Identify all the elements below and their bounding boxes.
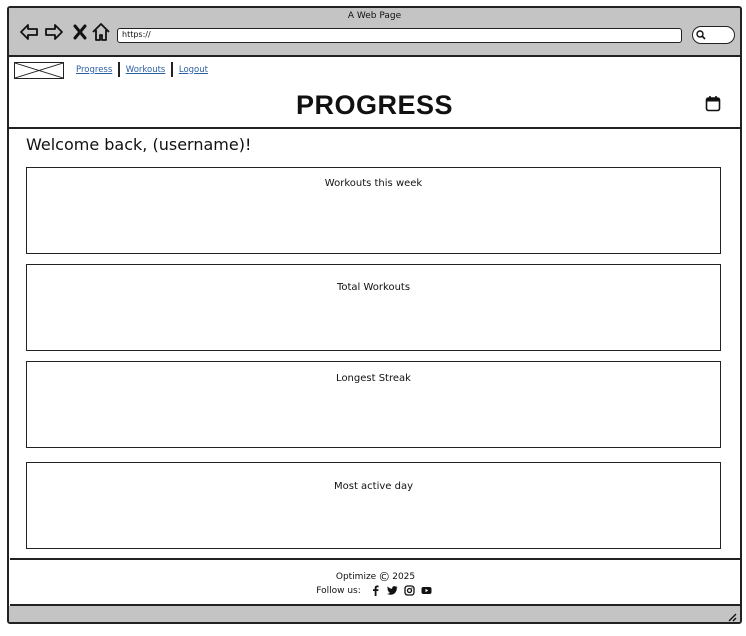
browser-chrome: A Web Page https://	[9, 8, 740, 57]
logo-placeholder[interactable]	[14, 62, 64, 79]
page-title: PROGRESS	[295, 90, 454, 120]
header-divider	[9, 127, 740, 129]
copyright: Optimize © 2025	[10, 570, 740, 584]
search-button[interactable]	[692, 26, 735, 44]
back-icon[interactable]	[19, 22, 39, 42]
footer: Optimize © 2025 Follow us:	[10, 558, 740, 606]
close-icon[interactable]	[70, 22, 90, 42]
nav-divider	[171, 62, 173, 77]
instagram-icon[interactable]	[404, 585, 415, 596]
resize-handle-icon[interactable]	[727, 612, 737, 622]
status-bar	[9, 606, 740, 622]
card-title: Longest Streak	[336, 373, 411, 384]
workouts-this-week-card: Workouts this week	[26, 167, 721, 254]
youtube-icon[interactable]	[421, 585, 432, 596]
copyright-symbol: ©	[378, 570, 391, 584]
follow-label: Follow us:	[316, 585, 361, 596]
window-title: A Web Page	[347, 11, 402, 21]
top-navigation: Progress Workouts Logout	[9, 57, 740, 82]
twitter-icon[interactable]	[386, 585, 398, 596]
total-workouts-card: Total Workouts	[26, 264, 721, 351]
most-active-day-card: Most active day	[26, 462, 721, 549]
home-icon[interactable]	[91, 22, 111, 42]
forward-icon[interactable]	[44, 22, 64, 42]
longest-streak-card: Longest Streak	[26, 361, 721, 448]
copyright-year: 2025	[392, 572, 416, 582]
calendar-icon[interactable]	[705, 95, 721, 112]
browser-window: A Web Page https:// Progress Workouts Lo…	[7, 6, 742, 624]
social-links: Follow us:	[10, 585, 740, 596]
nav-divider	[118, 62, 120, 77]
welcome-message: Welcome back, (username)!	[26, 135, 252, 154]
search-icon	[696, 30, 706, 40]
brand-name: Optimize	[335, 572, 377, 582]
address-bar[interactable]: https://	[117, 28, 682, 43]
nav-link-logout[interactable]: Logout	[179, 65, 208, 75]
nav-link-workouts[interactable]: Workouts	[126, 65, 166, 75]
card-title: Workouts this week	[324, 178, 423, 189]
card-title: Total Workouts	[336, 282, 411, 293]
facebook-icon[interactable]	[370, 585, 381, 596]
nav-link-progress[interactable]: Progress	[76, 65, 112, 75]
card-title: Most active day	[333, 481, 414, 492]
nav-links: Progress Workouts Logout	[76, 62, 208, 77]
